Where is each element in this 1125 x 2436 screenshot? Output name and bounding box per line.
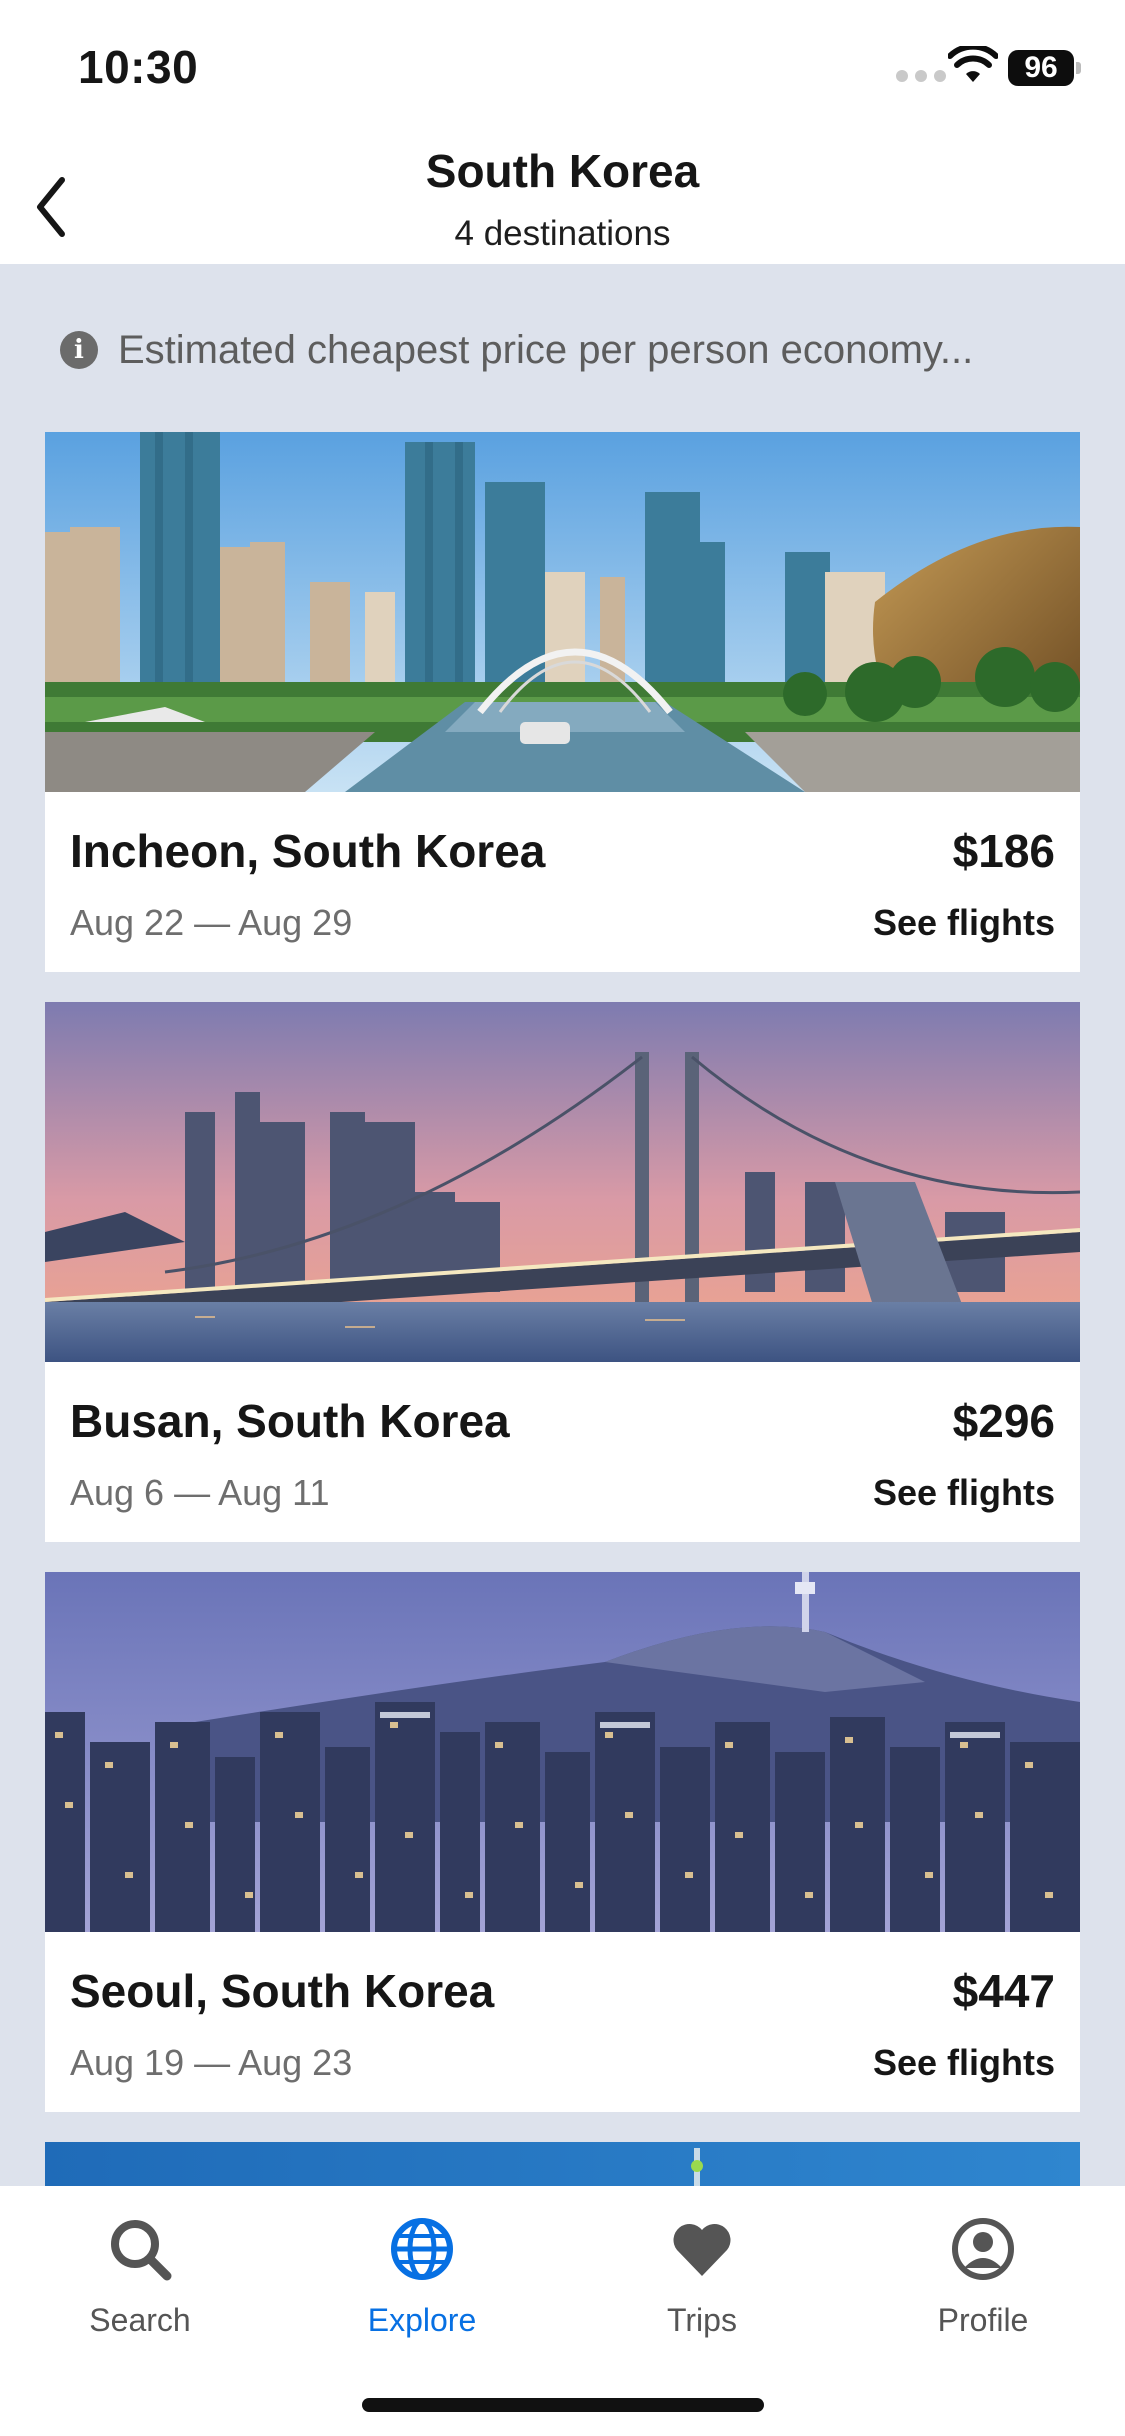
destination-card-incheon[interactable]: Incheon, South Korea Aug 22 — Aug 29 $18…	[45, 432, 1080, 972]
destination-dates: Aug 6 — Aug 11	[70, 1472, 330, 1513]
destination-price: $296	[952, 1395, 1055, 1447]
cellular-signal-icon	[896, 70, 946, 82]
tab-search[interactable]: Search	[50, 2216, 230, 2339]
destination-city: Incheon, South Korea	[70, 825, 546, 877]
search-icon	[111, 2220, 172, 2281]
see-flights-link[interactable]: See flights	[873, 2042, 1055, 2084]
heart-icon	[673, 2223, 731, 2276]
destination-dates: Aug 19 — Aug 23	[70, 2042, 353, 2083]
tab-trips[interactable]: Trips	[612, 2216, 792, 2339]
price-info-banner[interactable]: i Estimated cheapest price per person ec…	[60, 322, 973, 378]
destination-price: $186	[952, 825, 1055, 877]
tab-label: Search	[89, 2302, 191, 2338]
destination-card-seoul[interactable]: Seoul, South Korea Aug 19 — Aug 23 $447 …	[45, 1572, 1080, 2112]
globe-icon	[391, 2218, 453, 2280]
destination-card-partial[interactable]	[45, 2142, 1080, 2186]
battery-icon: 96	[1008, 50, 1074, 86]
profile-icon	[952, 2218, 1014, 2280]
destination-price: $447	[952, 1965, 1055, 2017]
page-title: South Korea	[425, 145, 700, 197]
tab-profile[interactable]: Profile	[893, 2216, 1073, 2339]
destination-image-partial	[45, 2142, 1080, 2186]
home-indicator	[362, 2398, 764, 2412]
nav-header: South Korea 4 destinations	[0, 132, 1125, 264]
status-time: 10:30	[78, 41, 199, 93]
wifi-icon	[948, 46, 998, 82]
tab-label: Profile	[937, 2302, 1029, 2338]
destination-city: Seoul, South Korea	[70, 1965, 495, 2017]
tab-explore[interactable]: Explore	[332, 2216, 512, 2339]
destination-image-busan	[45, 1002, 1080, 1362]
tab-label: Trips	[667, 2302, 737, 2338]
destination-dates: Aug 22 — Aug 29	[70, 902, 353, 943]
destination-image-incheon	[45, 432, 1080, 792]
status-bar: 10:30 96	[0, 0, 1125, 132]
info-icon: i	[60, 331, 98, 369]
battery-cap	[1076, 62, 1081, 74]
see-flights-link[interactable]: See flights	[873, 1472, 1055, 1514]
tab-label: Explore	[367, 2302, 477, 2338]
destination-card-busan[interactable]: Busan, South Korea Aug 6 — Aug 11 $296 S…	[45, 1002, 1080, 1542]
destination-image-seoul	[45, 1572, 1080, 1932]
destination-city: Busan, South Korea	[70, 1395, 510, 1447]
price-info-text: Estimated cheapest price per person econ…	[118, 327, 974, 372]
page-subtitle: 4 destinations	[454, 214, 671, 253]
see-flights-link[interactable]: See flights	[873, 902, 1055, 944]
